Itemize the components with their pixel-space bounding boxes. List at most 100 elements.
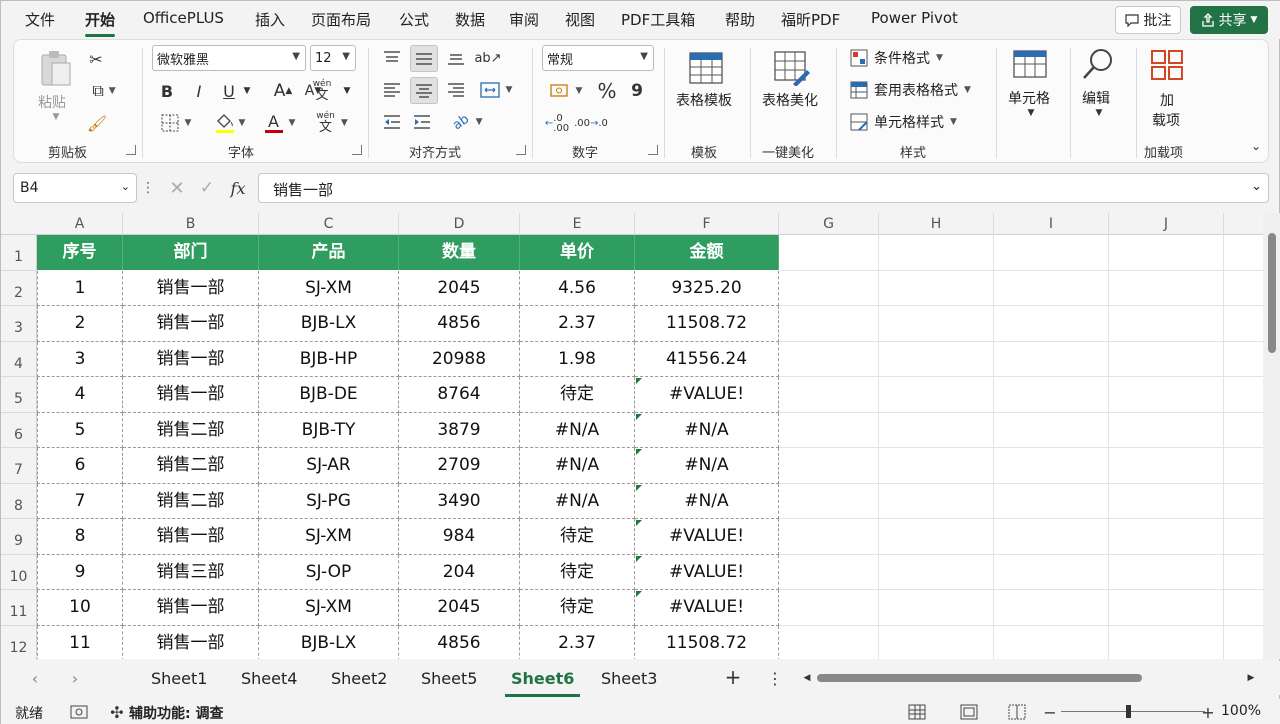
table-cell[interactable]: #N/A: [635, 483, 779, 519]
table-cell[interactable]: 待定: [520, 377, 635, 413]
table-cell[interactable]: #N/A: [635, 412, 779, 448]
column-header-i[interactable]: I: [994, 213, 1109, 235]
sheet-tab-sheet4[interactable]: Sheet4: [241, 669, 297, 688]
scroll-tabs-left-icon[interactable]: ‹: [27, 669, 43, 688]
table-cell[interactable]: 4.56: [520, 270, 635, 306]
more-sheets-icon[interactable]: ⋮: [767, 667, 783, 689]
table-cell[interactable]: 11: [37, 625, 123, 659]
align-middle-icon[interactable]: [410, 45, 438, 72]
table-header-cell[interactable]: 金额: [635, 235, 779, 270]
alignment-launcher-icon[interactable]: [516, 145, 526, 155]
add-ins-label-2[interactable]: 载项: [1152, 110, 1180, 130]
text-direction-icon[interactable]: ab↗: [474, 46, 502, 70]
table-cell[interactable]: 待定: [520, 554, 635, 590]
table-cell[interactable]: BJB-TY: [259, 412, 399, 448]
increase-decimal-icon[interactable]: ← .0.00: [544, 112, 570, 136]
table-header-cell[interactable]: 产品: [259, 235, 399, 270]
table-cell[interactable]: 2045: [399, 590, 520, 626]
table-header-cell[interactable]: 数量: [399, 235, 520, 270]
fill-color-button[interactable]: ▼: [208, 110, 252, 136]
table-cell[interactable]: 销售三部: [123, 554, 259, 590]
underline-dropdown-icon[interactable]: ▼: [242, 80, 252, 102]
horizontal-scroll-thumb[interactable]: [817, 674, 1142, 682]
tab-help[interactable]: 帮助: [725, 9, 755, 30]
increase-indent-icon[interactable]: [410, 110, 434, 134]
table-cell[interactable]: 2.37: [520, 625, 635, 659]
error-indicator-icon[interactable]: [636, 413, 642, 420]
table-template-label[interactable]: 表格模板: [676, 90, 732, 110]
table-cell[interactable]: 3879: [399, 412, 520, 448]
table-cell[interactable]: 销售二部: [123, 448, 259, 484]
table-cell[interactable]: 41556.24: [635, 341, 779, 377]
vertical-scrollbar[interactable]: [1263, 213, 1280, 659]
cells-icon[interactable]: [1010, 46, 1050, 82]
table-cell[interactable]: 销售一部: [123, 270, 259, 306]
normal-view-icon[interactable]: [907, 702, 927, 722]
table-beautify-icon[interactable]: [772, 48, 812, 88]
row-header-7[interactable]: 7: [1, 448, 37, 484]
tab-review[interactable]: 审阅: [509, 9, 539, 30]
table-cell[interactable]: SJ-XM: [259, 270, 399, 306]
table-cell[interactable]: #N/A: [520, 448, 635, 484]
table-cell[interactable]: SJ-PG: [259, 483, 399, 519]
row-header-10[interactable]: 10: [1, 554, 37, 590]
table-cell[interactable]: 9325.20: [635, 270, 779, 306]
error-indicator-icon[interactable]: [636, 449, 642, 455]
font-launcher-icon[interactable]: [352, 145, 362, 155]
scroll-left-icon[interactable]: ◀: [801, 670, 813, 686]
tab-insert[interactable]: 插入: [255, 9, 285, 30]
format-as-table-button[interactable]: 套用表格格式 ▼: [850, 80, 971, 100]
table-cell[interactable]: 5: [37, 412, 123, 448]
zoom-in-icon[interactable]: +: [1201, 702, 1215, 722]
tab-officeplus[interactable]: OfficePLUS: [143, 9, 224, 27]
number-format-select[interactable]: 常规 ▼: [542, 45, 654, 71]
borders-button[interactable]: ▼: [154, 112, 198, 134]
tab-foxit-pdf[interactable]: 福昕PDF: [781, 9, 840, 30]
column-header-e[interactable]: E: [520, 213, 635, 235]
table-cell[interactable]: 7: [37, 483, 123, 519]
table-cell[interactable]: 3490: [399, 483, 520, 519]
table-cell[interactable]: 8: [37, 519, 123, 555]
sheet-tab-sheet1[interactable]: Sheet1: [151, 669, 207, 688]
table-cell[interactable]: SJ-XM: [259, 519, 399, 555]
table-cell[interactable]: #N/A: [520, 412, 635, 448]
table-cell[interactable]: 待定: [520, 519, 635, 555]
table-cell[interactable]: 销售一部: [123, 625, 259, 659]
edit-label[interactable]: 编辑: [1082, 88, 1110, 108]
cells-dropdown-icon[interactable]: ▼: [1026, 108, 1036, 118]
tab-page-layout[interactable]: 页面布局: [311, 9, 371, 30]
merge-center-button[interactable]: ▼: [474, 78, 518, 102]
zoom-slider-thumb[interactable]: [1126, 705, 1131, 718]
decrease-decimal-icon[interactable]: .00 → .0: [574, 112, 608, 136]
table-cell[interactable]: BJB-LX: [259, 306, 399, 342]
table-cell[interactable]: 4856: [399, 306, 520, 342]
table-cell[interactable]: 6: [37, 448, 123, 484]
scroll-right-icon[interactable]: ▶: [1245, 670, 1257, 686]
sheet-tab-sheet2[interactable]: Sheet2: [331, 669, 387, 688]
paste-icon[interactable]: [36, 48, 76, 90]
phonetic-dropdown-icon[interactable]: ▼: [342, 80, 352, 102]
phonetic-settings-button[interactable]: wén 文 ▼: [310, 110, 354, 136]
row-header-12[interactable]: 12: [1, 625, 37, 659]
tab-home[interactable]: 开始: [85, 9, 116, 37]
add-sheet-icon[interactable]: +: [723, 665, 743, 689]
row-header-8[interactable]: 8: [1, 483, 37, 519]
tab-view[interactable]: 视图: [565, 9, 595, 30]
table-cell[interactable]: 2709: [399, 448, 520, 484]
tab-formulas[interactable]: 公式: [399, 9, 429, 30]
table-cell[interactable]: 4856: [399, 625, 520, 659]
table-cell[interactable]: 9: [37, 554, 123, 590]
table-cell[interactable]: 11508.72: [635, 306, 779, 342]
align-center-icon[interactable]: [410, 77, 438, 104]
table-cell[interactable]: 销售一部: [123, 341, 259, 377]
table-cell[interactable]: #VALUE!: [635, 377, 779, 413]
table-cell[interactable]: #N/A: [520, 483, 635, 519]
row-header-6[interactable]: 6: [1, 412, 37, 448]
row-header-3[interactable]: 3: [1, 306, 37, 342]
accessibility-icon[interactable]: ✣: [107, 702, 127, 722]
more-options-icon[interactable]: ⋮: [141, 177, 155, 199]
table-header-cell[interactable]: 序号: [37, 235, 123, 270]
font-size-select[interactable]: 12 ▼: [310, 45, 356, 71]
cut-icon[interactable]: ✂: [86, 48, 106, 70]
accounting-format-button[interactable]: ▼: [544, 80, 588, 102]
